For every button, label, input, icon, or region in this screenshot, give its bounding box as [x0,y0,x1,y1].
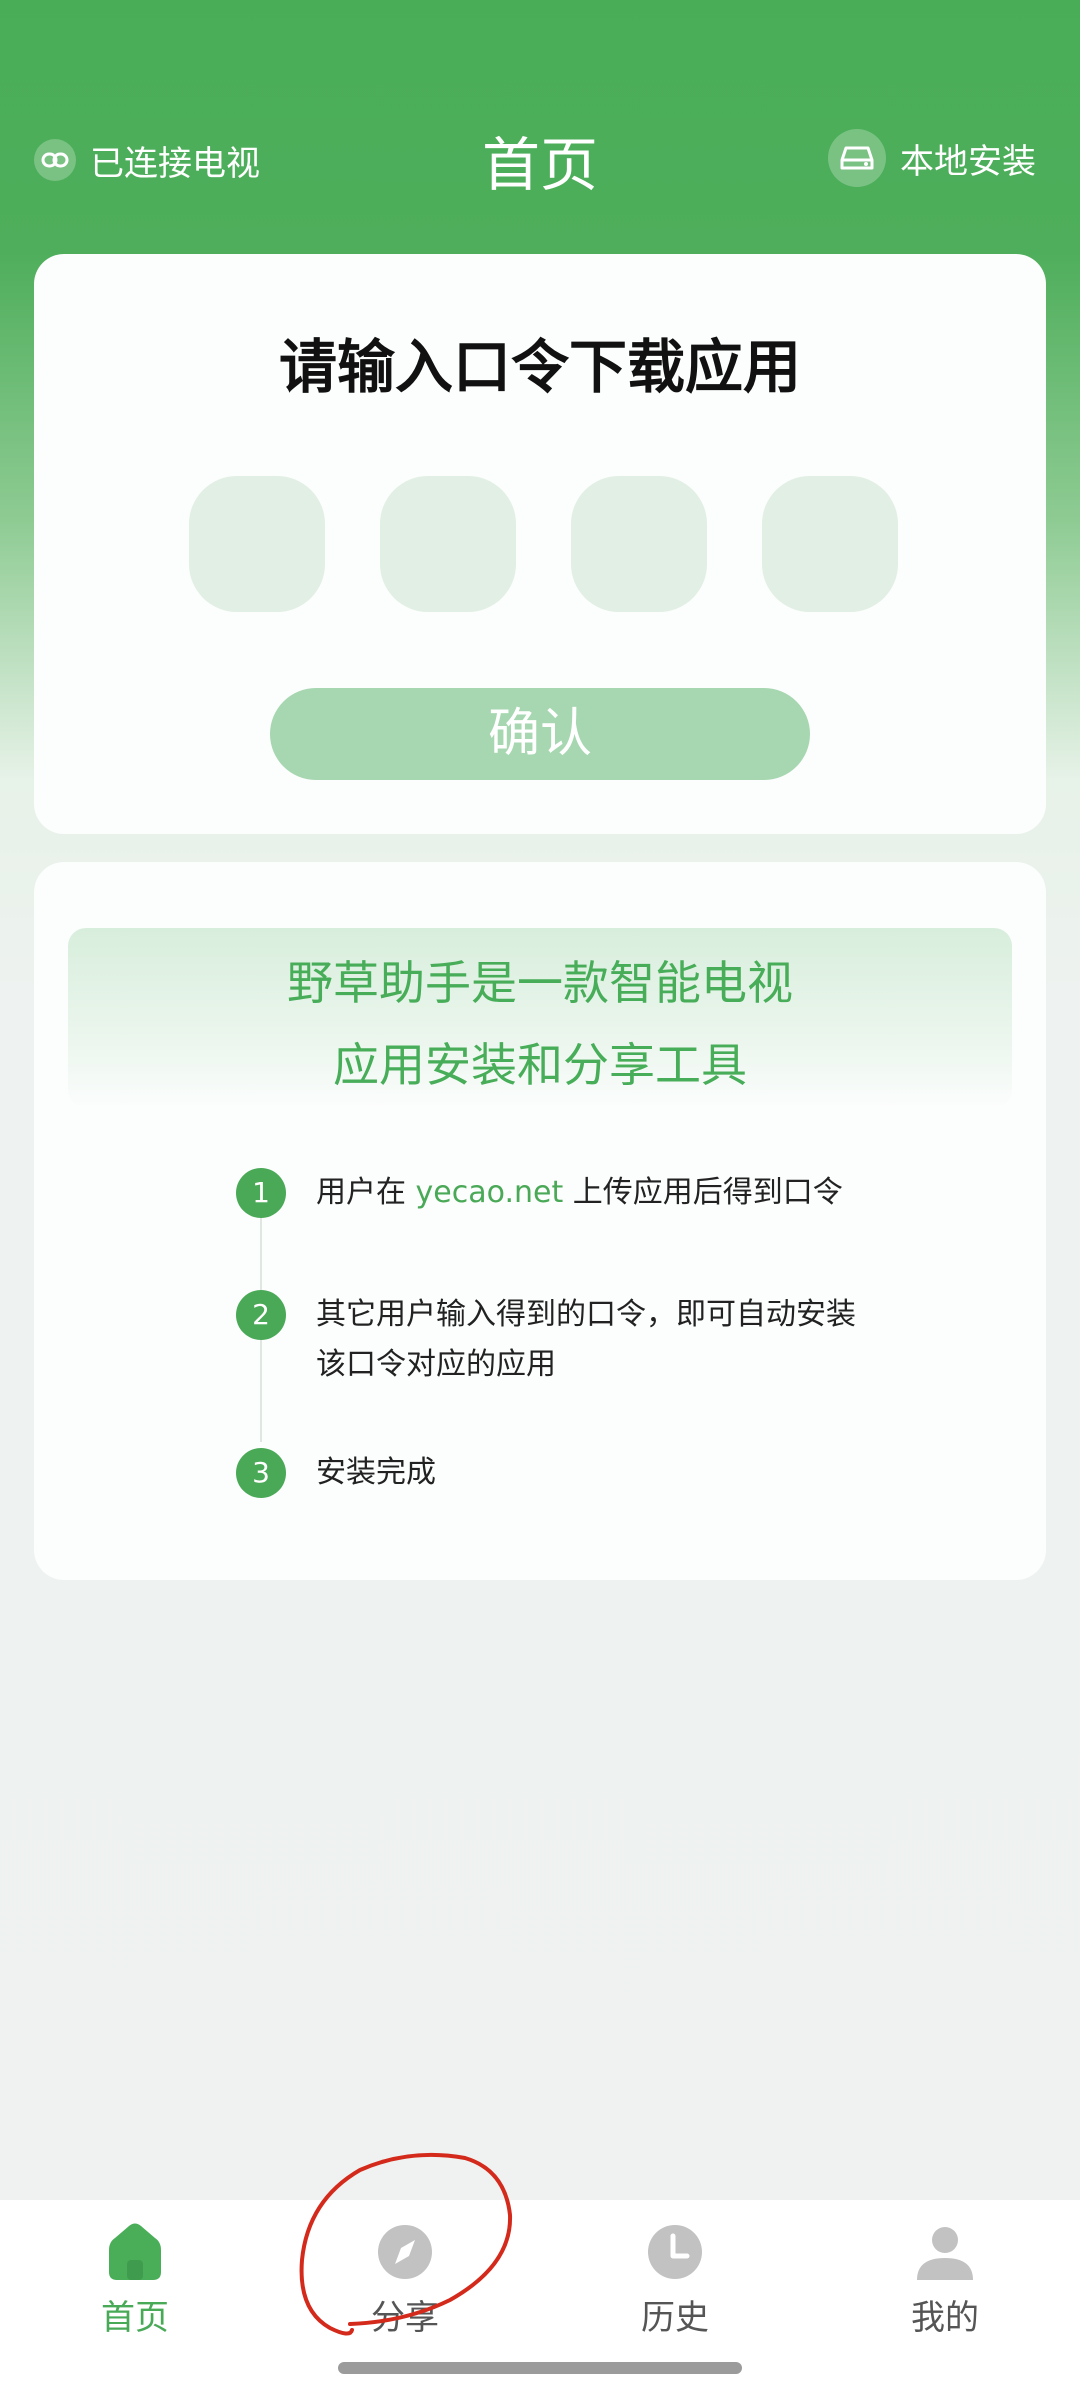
hard-drive-icon [828,129,886,187]
intro-banner-line1: 野草助手是一款智能电视 [287,956,793,1010]
step-text-suffix: 上传应用后得到口令 [563,1175,843,1210]
step-number: 3 [236,1448,286,1498]
tab-profile-label: 我的 [911,2298,979,2338]
step-text: 用户在 yecao.net 上传应用后得到口令 [316,1168,856,1218]
step-text: 安装完成 [316,1455,436,1490]
step-text: 其它用户输入得到的口令，即可自动安装该口令对应的应用 [316,1297,856,1382]
local-install-label: 本地安装 [900,141,1036,182]
confirm-button[interactable]: 确认 [270,688,810,780]
tab-profile[interactable]: 我的 [855,2210,1035,2350]
intro-banner-line2: 应用安装和分享工具 [333,1038,747,1092]
code-digit-3-input[interactable] [571,476,707,612]
home-icon [109,2223,161,2280]
step-number: 2 [236,1290,286,1340]
user-icon [917,2227,973,2280]
tab-home-label: 首页 [101,2298,169,2338]
code-input-title: 请输入口令下载应用 [278,333,801,401]
tab-history-label: 历史 [641,2298,709,2338]
step-item: 1 用户在 yecao.net 上传应用后得到口令 [236,1168,856,1218]
step-item: 2 其它用户输入得到的口令，即可自动安装该口令对应的应用 [236,1290,856,1390]
step-text-prefix: 用户在 [316,1175,416,1210]
app-header: 已连接电视 首页 本地安装 [0,0,1080,250]
intro-banner: 野草助手是一款智能电视 应用安装和分享工具 [68,928,1012,1108]
home-indicator[interactable] [338,2362,742,2374]
tab-share-label: 分享 [371,2298,439,2338]
code-digit-4-input[interactable] [762,476,898,612]
code-digit-1-input[interactable] [189,476,325,612]
intro-card: 野草助手是一款智能电视 应用安装和分享工具 1 用户在 yecao.net 上传… [34,862,1046,1580]
tab-history[interactable]: 历史 [585,2210,765,2350]
step-number: 1 [236,1168,286,1218]
compass-icon [378,2225,432,2279]
tab-share[interactable]: 分享 [315,2210,495,2350]
code-input-card: 请输入口令下载应用 确认 [34,254,1046,834]
step-item: 3 安装完成 [236,1448,856,1498]
clock-icon [648,2225,702,2279]
local-install-button[interactable]: 本地安装 [828,126,1036,190]
yecao-link[interactable]: yecao.net [416,1175,564,1210]
code-digit-2-input[interactable] [380,476,516,612]
tab-home[interactable]: 首页 [45,2210,225,2350]
